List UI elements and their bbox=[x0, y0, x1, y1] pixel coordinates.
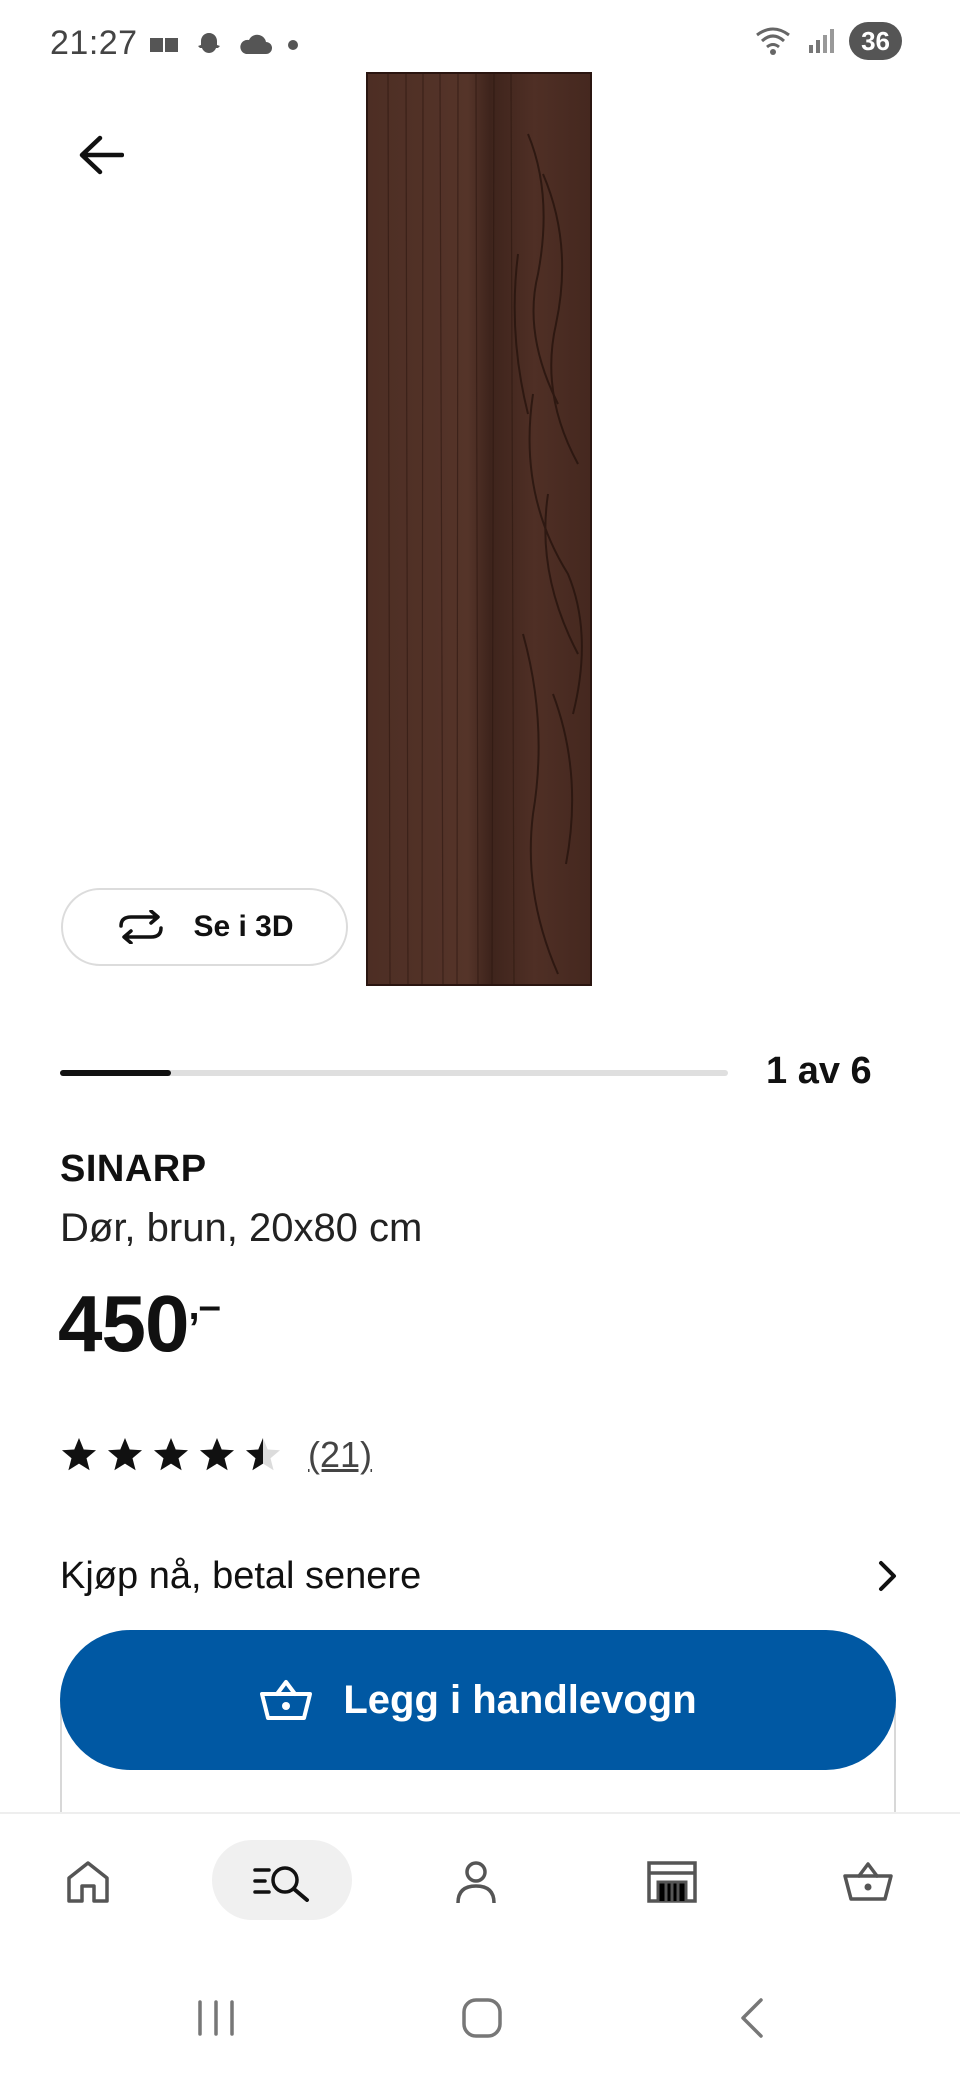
home-button[interactable] bbox=[452, 1988, 512, 2048]
store-icon bbox=[647, 1861, 697, 1903]
system-navigation bbox=[0, 1952, 960, 2080]
home-circle-icon bbox=[462, 1998, 502, 2038]
status-icons-left bbox=[150, 30, 300, 60]
cart-icon bbox=[843, 1862, 893, 1901]
star-icon bbox=[246, 1438, 280, 1471]
message-icon bbox=[150, 38, 178, 52]
rotate-3d-icon bbox=[119, 910, 164, 944]
star-icon bbox=[108, 1438, 142, 1471]
gallery-progress-track bbox=[60, 1070, 728, 1076]
wifi-icon bbox=[756, 27, 790, 55]
nav-profile[interactable] bbox=[436, 1842, 516, 1922]
view-3d-button[interactable]: Se i 3D bbox=[61, 888, 348, 966]
product-description: Dør, brun, 20x80 cm bbox=[60, 1206, 423, 1250]
star-icon bbox=[62, 1438, 96, 1471]
status-time: 21:27 bbox=[50, 24, 138, 62]
battery-indicator: 36 bbox=[849, 22, 902, 60]
rating-stars bbox=[60, 1436, 282, 1474]
home-icon bbox=[67, 1861, 109, 1903]
gallery-page-indicator: 1 av 6 bbox=[766, 1050, 872, 1092]
signal-icon bbox=[809, 29, 835, 53]
cloud-icon bbox=[240, 34, 272, 54]
add-to-cart-button[interactable]: Legg i handlevogn bbox=[60, 1630, 896, 1770]
system-back-button[interactable] bbox=[722, 1988, 782, 2048]
view-3d-label: Se i 3D bbox=[193, 910, 294, 943]
basket-icon bbox=[260, 1680, 313, 1720]
price-value: 450 bbox=[58, 1279, 189, 1368]
profile-icon bbox=[456, 1861, 496, 1904]
nav-search[interactable] bbox=[242, 1842, 322, 1922]
snapchat-icon bbox=[198, 33, 220, 53]
gallery-progress-fill bbox=[60, 1070, 172, 1076]
back-button[interactable] bbox=[66, 120, 136, 190]
star-icon bbox=[200, 1438, 234, 1471]
product-price: 450,– bbox=[58, 1278, 221, 1370]
price-suffix: ,– bbox=[188, 1284, 220, 1328]
arrow-left-icon bbox=[79, 135, 124, 175]
nav-cart[interactable] bbox=[828, 1842, 908, 1922]
recent-apps-icon bbox=[198, 2000, 234, 2036]
review-count-link[interactable]: (21) bbox=[308, 1434, 372, 1476]
status-icons-right: 36 bbox=[753, 22, 902, 60]
nav-home[interactable] bbox=[48, 1842, 128, 1922]
dot-icon bbox=[288, 40, 298, 50]
add-to-cart-label: Legg i handlevogn bbox=[343, 1677, 697, 1722]
search-icon bbox=[253, 1866, 309, 1902]
buy-now-pay-later-label: Kjøp nå, betal senere bbox=[60, 1554, 422, 1597]
chevron-right-icon bbox=[879, 1561, 896, 1591]
recent-apps-button[interactable] bbox=[186, 1988, 246, 2048]
chevron-left-icon bbox=[741, 1998, 763, 2038]
buy-now-pay-later-row[interactable]: Kjøp nå, betal senere bbox=[60, 1548, 900, 1604]
nav-store[interactable] bbox=[632, 1842, 712, 1922]
rating[interactable]: (21) bbox=[60, 1434, 372, 1476]
product-name: SINARP bbox=[60, 1148, 207, 1190]
bottom-navigation bbox=[0, 1812, 960, 1952]
product-image[interactable] bbox=[366, 72, 592, 986]
star-icon bbox=[154, 1438, 188, 1471]
